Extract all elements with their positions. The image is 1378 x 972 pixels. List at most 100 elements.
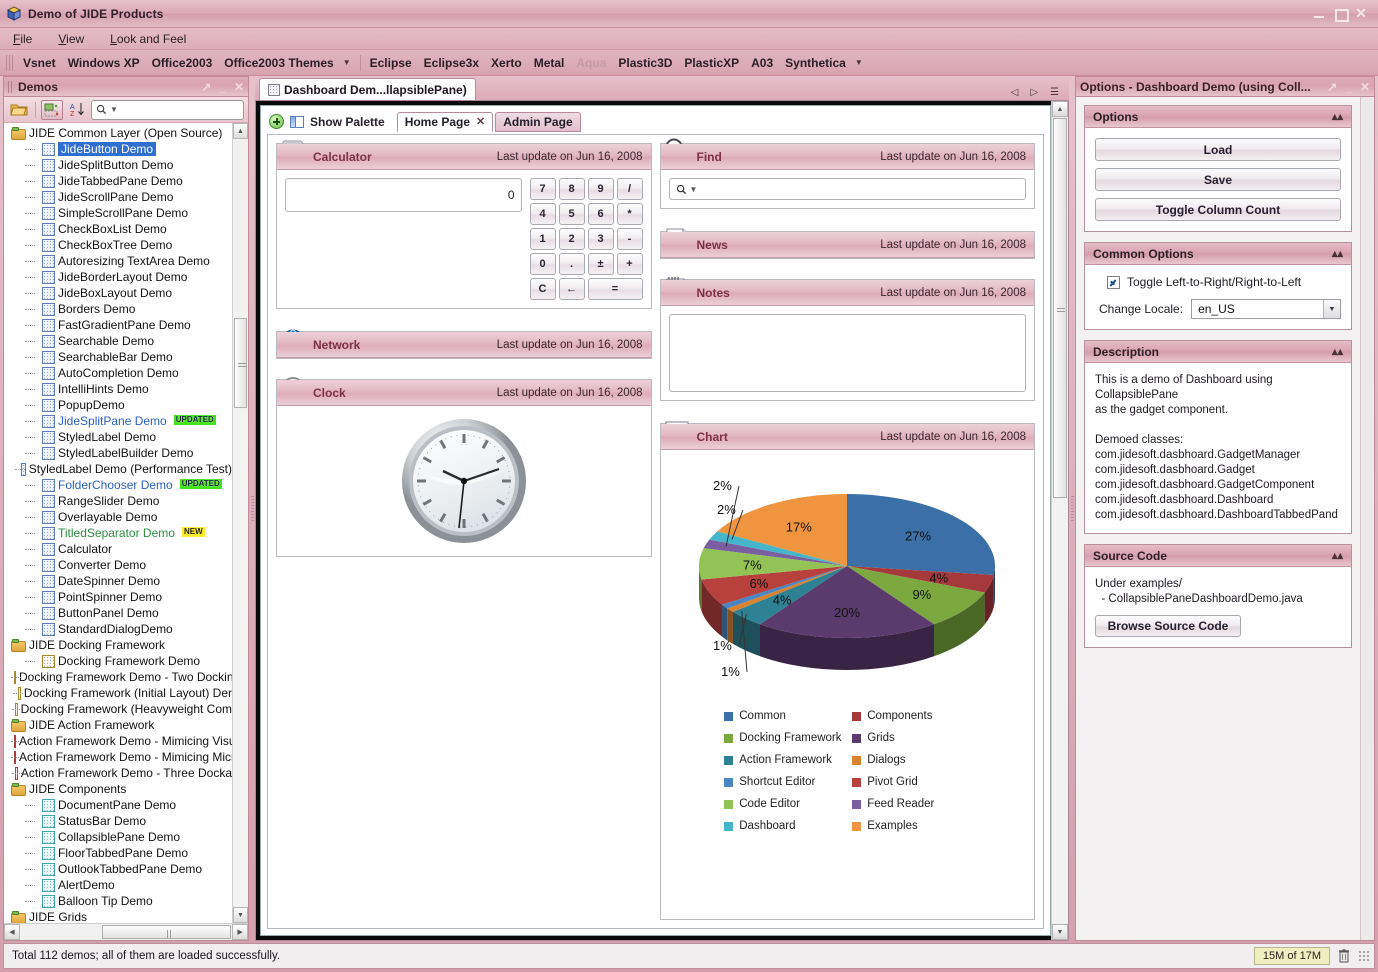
tree-item-row[interactable]: Docking Framework Demo <box>6 653 232 669</box>
calc-key-0[interactable]: 0 <box>529 253 556 275</box>
scroll-up-icon[interactable]: ▲ <box>1052 101 1068 117</box>
legend-item[interactable]: Shortcut Editor <box>724 776 842 788</box>
laf-eclipse[interactable]: Eclipse <box>364 54 418 72</box>
calculator-display[interactable]: 0 <box>285 178 522 212</box>
gadget-header[interactable]: Chart Last update on Jun 16, 2008 <box>660 424 1034 450</box>
panel-grip[interactable] <box>8 80 13 93</box>
tree-item-row[interactable]: ButtonPanel Demo <box>6 605 232 621</box>
demos-tree[interactable]: JIDE Common Layer (Open Source) JideButto… <box>4 123 232 923</box>
scroll-left-icon[interactable]: ◀ <box>4 924 20 940</box>
tree-item-row[interactable]: OutlookTabbedPane Demo <box>6 861 232 877</box>
calc-key-8[interactable]: 8 <box>558 178 585 200</box>
office2003-themes-dropdown-icon[interactable]: ▼ <box>340 56 357 69</box>
search-dropdown-icon[interactable]: ▼ <box>110 105 118 114</box>
calc-key-x[interactable]: . <box>558 253 585 275</box>
calc-key-2[interactable]: 2 <box>558 228 585 250</box>
options-scrollbar[interactable] <box>1360 97 1374 940</box>
tree-item-row[interactable]: Action Framework Demo - Three Docka <box>6 765 232 781</box>
open-folder-icon[interactable] <box>8 100 30 120</box>
calc-key-3[interactable]: 3 <box>587 228 614 250</box>
tree-item-row[interactable]: Searchable Demo <box>6 333 232 349</box>
laf-office2003[interactable]: Office2003 <box>146 54 219 72</box>
dashboard-tab-admin-page[interactable]: Admin Page <box>495 111 581 132</box>
menu-look-and-feel[interactable]: Look and Feel <box>107 31 189 47</box>
tree-item-row[interactable]: Autoresizing TextArea Demo <box>6 253 232 269</box>
prev-tab-icon[interactable]: ◁ <box>1011 87 1019 98</box>
scroll-down-icon[interactable]: ▼ <box>1052 924 1068 940</box>
sort-az-icon[interactable]: A Z <box>66 100 88 120</box>
browse-source-code-button[interactable]: Browse Source Code <box>1095 615 1241 637</box>
laf-windows-xp[interactable]: Windows XP <box>62 54 146 72</box>
find-dropdown-icon[interactable]: ▼ <box>690 185 698 194</box>
save-button[interactable]: Save <box>1095 168 1341 191</box>
tree-item-row[interactable]: PopupDemo <box>6 397 232 413</box>
tree-item-row[interactable]: StyledLabel Demo (Performance Test) <box>6 461 232 477</box>
calc-key-5[interactable]: 5 <box>558 203 585 225</box>
laf-vsnet[interactable]: Vsnet <box>17 54 62 72</box>
tree-item-row[interactable]: StandardDialogDemo <box>6 621 232 637</box>
tree-item-row[interactable]: AutoCompletion Demo <box>6 365 232 381</box>
gadget-header[interactable]: Network Last update on Jun 16, 2008 <box>277 332 651 358</box>
calc-key-6[interactable]: 6 <box>587 203 614 225</box>
float-icon[interactable]: ↗ <box>201 81 211 93</box>
tab-dashboard-demo[interactable]: Dashboard Dem...llapsiblePane) <box>259 78 476 100</box>
tree-item-row[interactable]: JideTabbedPane Demo <box>6 173 232 189</box>
laf-office2003-themes[interactable]: Office2003 Themes <box>218 54 339 72</box>
float-icon[interactable]: ↗ <box>1327 81 1337 93</box>
tree-item-row[interactable]: FolderChooser Demo UPDATED <box>6 477 232 493</box>
calc-key-x[interactable]: + <box>616 253 643 275</box>
tree-item-row[interactable]: SimpleScrollPane Demo <box>6 205 232 221</box>
calc-key-x[interactable]: / <box>616 178 643 200</box>
tree-item-row[interactable]: JideSplitButton Demo <box>6 157 232 173</box>
legend-item[interactable]: Examples <box>852 820 970 832</box>
tree-item-row[interactable]: JideButton Demo <box>6 141 232 157</box>
dashboard-tab-home-page[interactable]: Home Page ✕ <box>396 111 494 132</box>
tree-item-row[interactable]: AlertDemo <box>6 877 232 893</box>
legend-item[interactable]: Docking Framework <box>724 732 842 744</box>
gadget-header[interactable]: Clock Last update on Jun 16, 2008 <box>277 380 651 406</box>
close-button[interactable]: ✕ <box>1354 6 1368 20</box>
tree-item-row[interactable]: TitledSeparator Demo NEW <box>6 525 232 541</box>
tree-folder-row[interactable]: JIDE Grids <box>6 909 232 923</box>
tree-item-row[interactable]: Docking Framework (Heavyweight Com <box>6 701 232 717</box>
tree-item-row[interactable]: JideBoxLayout Demo <box>6 285 232 301</box>
tree-folder-row[interactable]: JIDE Docking Framework <box>6 637 232 653</box>
scroll-up-icon[interactable]: ▲ <box>233 123 248 139</box>
next-tab-icon[interactable]: ▷ <box>1030 87 1038 98</box>
tree-item-row[interactable]: PointSpinner Demo <box>6 589 232 605</box>
laf-metal[interactable]: Metal <box>528 54 571 72</box>
tree-item-row[interactable]: Overlayable Demo <box>6 509 232 525</box>
tree-item-row[interactable]: Docking Framework Demo - Two Dockin <box>6 669 232 685</box>
panel-header[interactable]: Common Options ▴▴ <box>1085 243 1351 265</box>
locale-select[interactable]: en_US ▼ <box>1191 299 1341 319</box>
autohide-icon[interactable]: _ <box>219 81 226 93</box>
tree-item-row[interactable]: Converter Demo <box>6 557 232 573</box>
gadget-header[interactable]: News Last update on Jun 16, 2008 <box>660 232 1034 258</box>
synthetica-dropdown-icon[interactable]: ▼ <box>852 56 869 69</box>
tree-folder-row[interactable]: JIDE Action Framework <box>6 717 232 733</box>
laf-synthetica[interactable]: Synthetica <box>779 54 852 72</box>
laf-plasticxp[interactable]: PlasticXP <box>678 54 745 72</box>
scroll-thumb[interactable] <box>234 318 247 408</box>
menu-file[interactable]: FFileile <box>10 31 35 47</box>
scroll-right-icon[interactable]: ▶ <box>232 924 248 940</box>
maximize-button[interactable] <box>1333 7 1349 22</box>
legend-item[interactable]: Common <box>724 710 842 722</box>
legend-item[interactable]: Code Editor <box>724 798 842 810</box>
tree-item-row[interactable]: SearchableBar Demo <box>6 349 232 365</box>
tree-item-row[interactable]: DateSpinner Demo <box>6 573 232 589</box>
tree-item-row[interactable]: FloorTabbedPane Demo <box>6 845 232 861</box>
tree-item-row[interactable]: CollapsiblePane Demo <box>6 829 232 845</box>
search-input[interactable]: ▼ <box>91 99 244 120</box>
legend-item[interactable]: Action Framework <box>724 754 842 766</box>
legend-item[interactable]: Grids <box>852 732 970 744</box>
tree-horizontal-scrollbar[interactable]: ◀ ▶ <box>4 923 248 940</box>
toggle-column-count-button[interactable]: Toggle Column Count <box>1095 198 1341 221</box>
toggle-ltr-rtl-row[interactable]: Toggle Left-to-Right/Right-to-Left <box>1095 275 1341 289</box>
calc-key-x[interactable]: - <box>616 228 643 250</box>
legend-item[interactable]: Pivot Grid <box>852 776 970 788</box>
autohide-icon[interactable]: _ <box>1345 81 1352 93</box>
chevron-up-icon[interactable]: ▴▴ <box>1332 549 1343 562</box>
menu-view[interactable]: View <box>55 31 87 47</box>
add-gadget-icon[interactable] <box>269 114 284 129</box>
